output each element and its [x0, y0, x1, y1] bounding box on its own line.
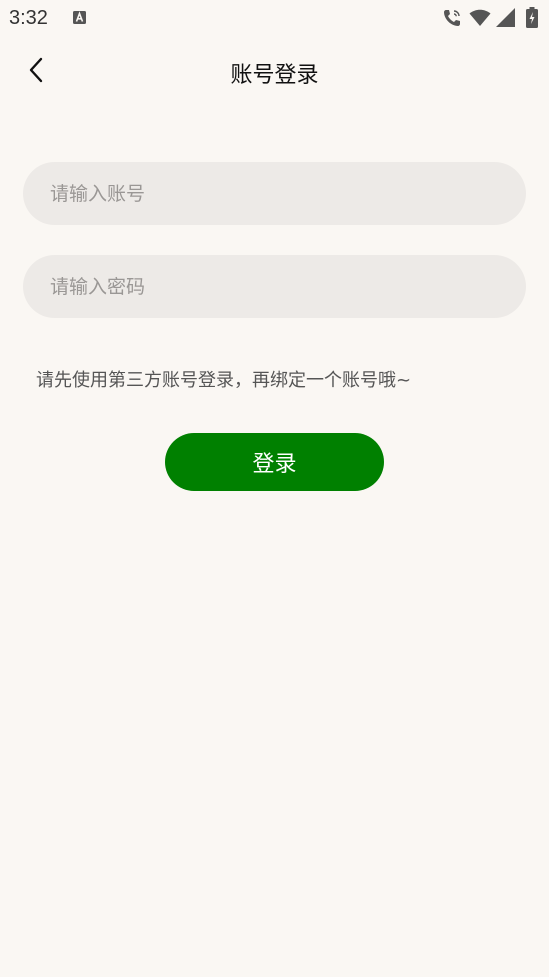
login-hint-text: 请先使用第三方账号登录，再绑定一个账号哦~: [36, 370, 412, 391]
signal-icon: [496, 8, 515, 27]
page-title: 账号登录: [230, 63, 319, 88]
account-field[interactable]: [23, 162, 526, 225]
password-input[interactable]: [48, 274, 526, 299]
wifi-icon: [469, 9, 491, 26]
wifi-call-icon: [444, 10, 460, 26]
battery-charging-icon: [526, 7, 538, 28]
login-button[interactable]: 登录: [165, 433, 384, 491]
a-notification-icon: [73, 11, 86, 24]
account-input[interactable]: [48, 181, 526, 206]
password-field[interactable]: [23, 255, 526, 318]
nav-bar: 账号登录: [0, 38, 549, 104]
status-bar: 3:32: [0, 0, 549, 38]
status-time: 3:32: [9, 7, 48, 29]
